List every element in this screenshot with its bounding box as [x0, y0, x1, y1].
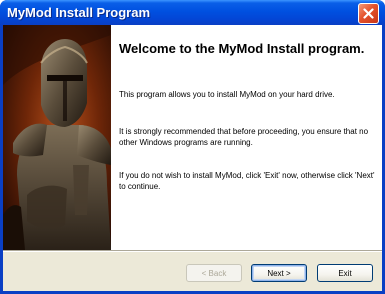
- intro-paragraph: This program allows you to install MyMod…: [119, 90, 335, 99]
- window-title: MyMod Install Program: [7, 5, 151, 20]
- content-panel: Welcome to the MyMod Install program. Th…: [3, 25, 382, 250]
- armored-warrior-image: [3, 25, 111, 250]
- exit-button[interactable]: Exit: [317, 264, 373, 282]
- dialog-client-area: Welcome to the MyMod Install program. Th…: [3, 25, 382, 291]
- welcome-heading: Welcome to the MyMod Install program.: [119, 41, 365, 56]
- next-button[interactable]: Next >: [251, 264, 307, 282]
- title-bar[interactable]: MyMod Install Program: [0, 0, 385, 25]
- button-separator: [3, 250, 382, 252]
- close-button[interactable]: [358, 3, 379, 24]
- back-button[interactable]: < Back: [186, 264, 242, 282]
- recommendation-paragraph: It is strongly recommended that before p…: [119, 127, 369, 147]
- close-icon: [363, 8, 374, 19]
- installer-window: MyMod Install Program Welcome to the MyM…: [0, 0, 385, 294]
- instruction-paragraph: If you do not wish to install MyMod, cli…: [119, 171, 375, 191]
